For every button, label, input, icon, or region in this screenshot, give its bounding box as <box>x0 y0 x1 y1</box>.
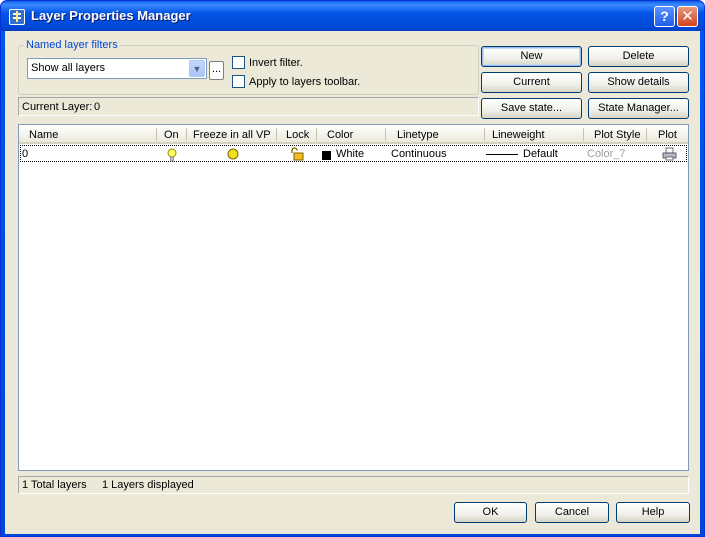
column-name[interactable]: Name <box>29 129 58 141</box>
chevron-down-icon[interactable]: ▼ <box>189 60 205 77</box>
sun-thawed-icon[interactable] <box>227 148 239 160</box>
invert-filter-label[interactable]: Invert filter. <box>249 57 303 69</box>
invert-filter-checkbox[interactable] <box>232 56 245 69</box>
layer-row[interactable]: 0 White Continuous Default Color_7 <box>20 145 687 162</box>
layer-filter-value: Show all layers <box>31 62 105 74</box>
printer-icon[interactable] <box>662 147 677 161</box>
layer-list[interactable]: Name On Freeze in all VP Lock Color Line… <box>18 124 689 471</box>
total-layers-count: 1 Total layers <box>22 479 87 491</box>
unlocked-padlock-icon[interactable] <box>290 147 304 161</box>
lineweight-sample <box>486 154 518 155</box>
column-on[interactable]: On <box>164 129 179 141</box>
column-plot[interactable]: Plot <box>658 129 677 141</box>
new-layer-button[interactable]: New <box>481 46 582 67</box>
column-lock[interactable]: Lock <box>286 129 309 141</box>
save-state-button[interactable]: Save state... <box>481 98 582 119</box>
layer-list-header: Name On Freeze in all VP Lock Color Line… <box>19 125 688 144</box>
delete-layer-button[interactable]: Delete <box>588 46 689 67</box>
current-layer-value: 0 <box>94 101 101 113</box>
layer-name[interactable]: 0 <box>22 148 28 160</box>
layer-color[interactable]: White <box>336 148 364 160</box>
status-bar: 1 Total layers 1 Layers displayed <box>18 476 689 494</box>
filter-browse-button[interactable]: ... <box>209 61 224 80</box>
layer-properties-dialog: Layer Properties Manager ? ✕ Named layer… <box>0 0 705 537</box>
layers-displayed-count: 1 Layers displayed <box>102 479 194 491</box>
column-color[interactable]: Color <box>327 129 353 141</box>
set-current-button[interactable]: Current <box>481 72 582 93</box>
title-bar[interactable]: Layer Properties Manager ? ✕ <box>1 1 704 31</box>
cancel-button[interactable]: Cancel <box>535 502 609 523</box>
current-layer-bar: Current Layer: 0 <box>18 97 479 116</box>
close-button[interactable]: ✕ <box>677 6 698 27</box>
apply-to-toolbar-label[interactable]: Apply to layers toolbar. <box>249 76 360 88</box>
state-manager-button[interactable]: State Manager... <box>588 98 689 119</box>
lightbulb-on-icon[interactable] <box>167 148 177 162</box>
dialog-body: Named layer filters Show all layers ▼ ..… <box>5 31 700 534</box>
current-layer-label: Current Layer: <box>22 101 93 113</box>
column-lineweight[interactable]: Lineweight <box>492 129 545 141</box>
named-layer-filters-label: Named layer filters <box>24 39 120 51</box>
named-layer-filters-group: Named layer filters Show all layers ▼ ..… <box>18 39 479 95</box>
apply-to-toolbar-checkbox[interactable] <box>232 75 245 88</box>
show-details-button[interactable]: Show details <box>588 72 689 93</box>
help-button[interactable]: Help <box>616 502 690 523</box>
layer-linetype[interactable]: Continuous <box>391 148 447 160</box>
window-title: Layer Properties Manager <box>31 8 191 23</box>
ok-button[interactable]: OK <box>454 502 527 523</box>
layer-manager-app-icon <box>9 9 25 25</box>
help-title-button[interactable]: ? <box>654 6 675 27</box>
color-swatch[interactable] <box>322 151 331 160</box>
column-plot-style[interactable]: Plot Style <box>594 129 640 141</box>
column-linetype[interactable]: Linetype <box>397 129 439 141</box>
layer-plot-style: Color_7 <box>587 148 626 160</box>
layer-filter-combo[interactable]: Show all layers ▼ <box>27 58 207 79</box>
column-freeze[interactable]: Freeze in all VP <box>193 129 271 141</box>
layer-lineweight[interactable]: Default <box>523 148 558 160</box>
